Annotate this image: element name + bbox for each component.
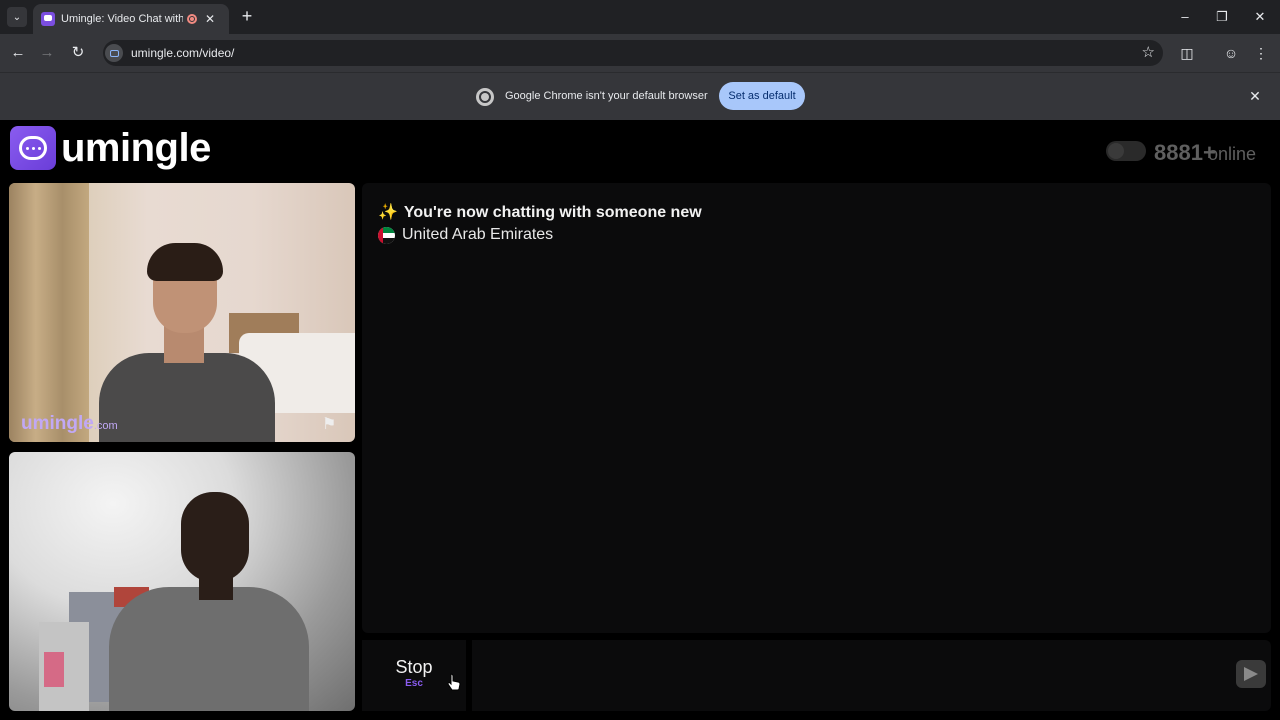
extensions-puzzle-icon[interactable]: ◫ <box>1177 43 1197 63</box>
chevron-down-icon: ⌄ <box>12 11 22 23</box>
stranger-person <box>147 243 223 281</box>
site-info-icon[interactable] <box>105 44 123 62</box>
country-name: United Arab Emirates <box>402 226 554 243</box>
self-person <box>181 492 249 582</box>
chat-log: ✨ You're now chatting with someone new Un… <box>362 183 1271 633</box>
mouse-pointer-icon <box>447 673 461 691</box>
stranger-person <box>99 353 275 442</box>
default-browser-infobar: Google Chrome isn't your default browser <box>0 72 1280 120</box>
address-bar[interactable]: umingle.com/video/ ☆ <box>103 40 1163 66</box>
self-person <box>109 587 309 711</box>
minimize-window-icon[interactable]: – <box>1170 6 1200 28</box>
uae-flag-icon <box>378 226 395 244</box>
send-button[interactable] <box>1236 660 1266 688</box>
back-arrow-icon[interactable]: ← <box>7 42 29 64</box>
infobar-message: Google Chrome isn't your default browser <box>505 90 708 102</box>
status-message: ✨ You're now chatting with someone new <box>378 204 702 221</box>
send-arrow-icon <box>1244 667 1258 681</box>
chat-bubble-logo-icon[interactable] <box>10 126 56 170</box>
kebab-menu-icon[interactable]: ⋮ <box>1251 43 1271 63</box>
tab-strip: ⌄ Umingle: Video Chat with Strangers ✕ +… <box>0 0 1280 34</box>
profile-icon[interactable]: ☺ <box>1221 43 1241 63</box>
stop-shortcut-hint: Esc <box>405 677 423 689</box>
recording-indicator-icon <box>187 14 197 24</box>
close-tab-icon[interactable]: ✕ <box>205 12 215 26</box>
online-label: online <box>1208 144 1257 164</box>
stranger-country: United Arab Emirates <box>378 226 553 244</box>
tab-title: Umingle: Video Chat with Strangers <box>61 13 183 25</box>
reload-icon[interactable]: ↻ <box>67 42 89 64</box>
umingle-favicon-icon <box>41 12 55 26</box>
site-logo-text[interactable]: umingle <box>61 126 211 171</box>
restore-window-icon[interactable]: ❐ <box>1207 6 1237 28</box>
browser-toolbar: ← → ↻ umingle.com/video/ ☆ ◫ ☺ ⋮ <box>0 34 1280 72</box>
video-background <box>9 183 89 442</box>
umingle-page: umingle 8881+ online umingle.com ⚑ ✨ You'… <box>0 120 1280 720</box>
chrome-logo-icon <box>476 88 494 106</box>
self-video <box>9 452 355 711</box>
stranger-video: umingle.com ⚑ <box>9 183 355 442</box>
online-toggle[interactable] <box>1106 141 1146 161</box>
close-infobar-icon[interactable]: ✕ <box>1246 87 1264 105</box>
url-text[interactable]: umingle.com/video/ <box>131 46 234 60</box>
active-tab[interactable]: Umingle: Video Chat with Strangers ✕ <box>33 4 229 34</box>
sparkle-icon: ✨ <box>378 204 398 221</box>
stop-label: Stop <box>395 656 433 677</box>
chat-controls: Stop Esc <box>362 640 1271 711</box>
set-as-default-button[interactable]: Set as default <box>719 82 805 110</box>
close-window-icon[interactable]: ✕ <box>1245 6 1275 28</box>
online-count: 8881+ <box>1154 140 1216 165</box>
report-flag-icon[interactable]: ⚑ <box>322 414 344 433</box>
bookmark-star-icon[interactable]: ☆ <box>1142 43 1155 61</box>
tab-search-button[interactable]: ⌄ <box>7 7 27 27</box>
new-tab-button[interactable]: + <box>236 6 258 28</box>
umingle-watermark: umingle.com <box>21 413 118 434</box>
video-background <box>44 652 64 687</box>
message-input[interactable] <box>482 648 1222 703</box>
forward-arrow-icon[interactable]: → <box>36 42 58 64</box>
